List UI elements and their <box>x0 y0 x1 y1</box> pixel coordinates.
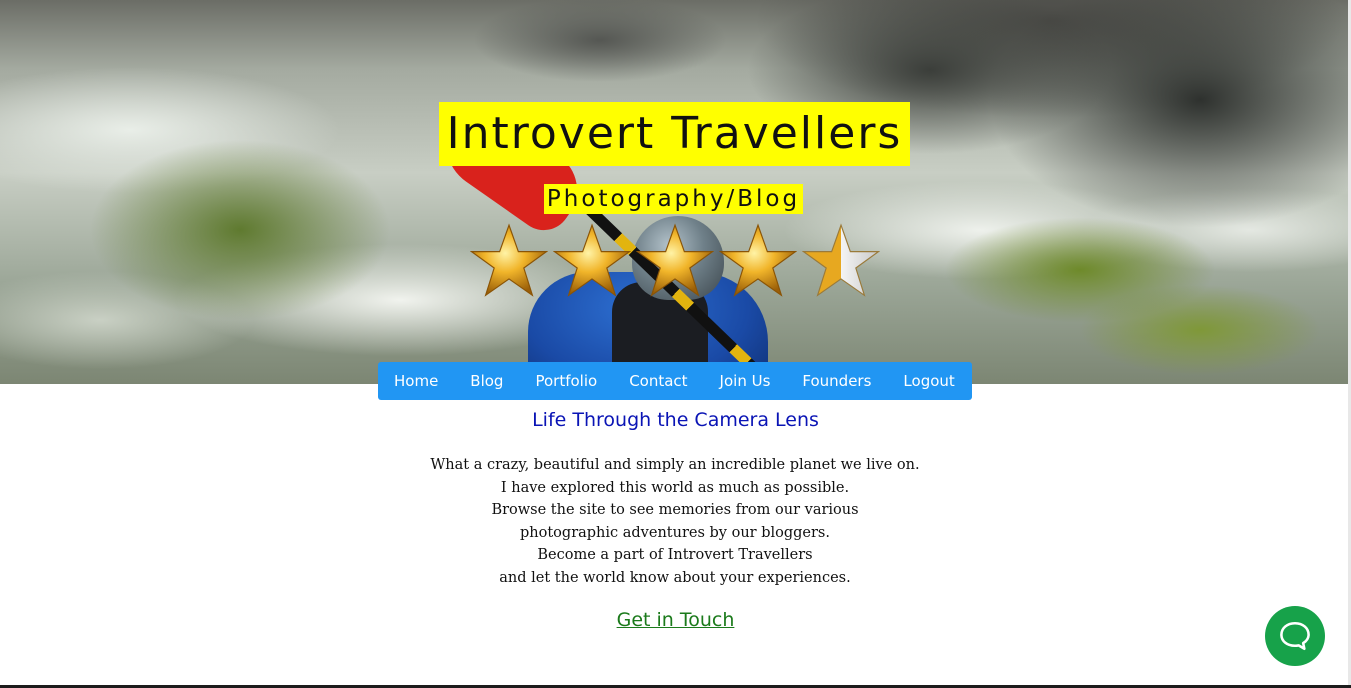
cta-wrapper: Get in Touch <box>0 604 1351 636</box>
intro-line: photographic adventures by our bloggers. <box>520 524 830 541</box>
nav-item-join-us[interactable]: Join Us <box>704 362 787 400</box>
get-in-touch-link[interactable]: Get in Touch <box>617 609 735 631</box>
nav-item-logout[interactable]: Logout <box>887 362 970 400</box>
section-heading: Life Through the Camera Lens <box>532 409 819 431</box>
intro-line: Become a part of Introvert Travellers <box>537 547 813 564</box>
intro-text: What a crazy, beautiful and simply an in… <box>325 454 1025 590</box>
star-icon-full <box>470 222 548 300</box>
chat-bubble-icon <box>1280 621 1310 651</box>
intro-line: Browse the site to see memories from our… <box>491 502 859 519</box>
nav-item-blog[interactable]: Blog <box>454 362 519 400</box>
star-icon-full <box>636 222 714 300</box>
intro-line: What a crazy, beautiful and simply an in… <box>430 457 920 473</box>
chat-button[interactable] <box>1265 606 1325 666</box>
main-nav: Home Blog Portfolio Contact Join Us Foun… <box>378 362 972 400</box>
nav-item-founders[interactable]: Founders <box>786 362 887 400</box>
rating-stars <box>470 222 880 300</box>
star-icon-full <box>719 222 797 300</box>
site-title: Introvert Travellers <box>439 102 910 166</box>
nav-item-home[interactable]: Home <box>378 362 454 400</box>
hero-banner: Introvert Travellers Photography/Blog <box>0 0 1351 384</box>
star-icon-full <box>553 222 631 300</box>
site-subtitle: Photography/Blog <box>544 184 803 214</box>
intro-line: I have explored this world as much as po… <box>500 479 850 496</box>
nav-item-contact[interactable]: Contact <box>613 362 703 400</box>
star-icon-half <box>802 222 880 300</box>
intro-line: and let the world know about your experi… <box>499 569 851 586</box>
nav-item-portfolio[interactable]: Portfolio <box>519 362 613 400</box>
